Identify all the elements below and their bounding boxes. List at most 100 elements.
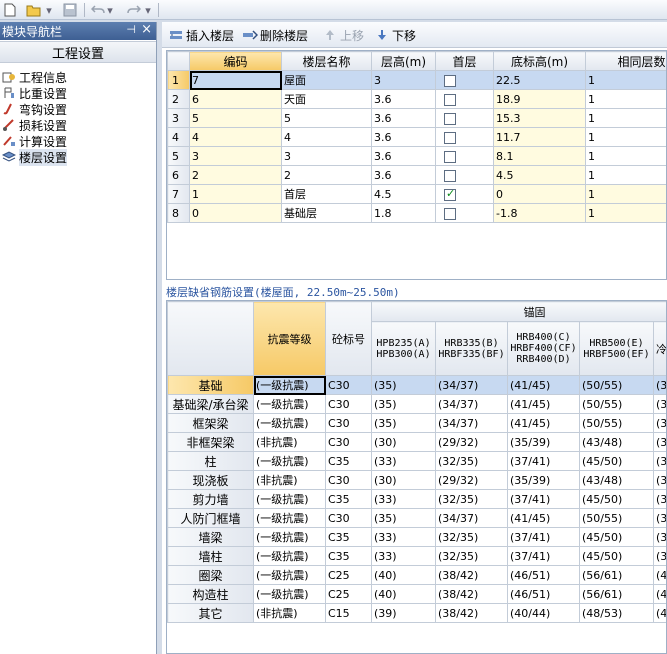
table-row[interactable]: 基础梁/承台梁 (一级抗震) C30 (35) (34/37) (41/45) (50/55… [167,394,666,414]
table-row[interactable]: 人防门框墙 (一级抗震) C30 (35) (34/37) (41/45) (50/55)(… [167,508,666,528]
first-floor-checkbox[interactable] [444,112,456,125]
cell-anchor-d[interactable]: (50/55) [579,375,654,395]
col-header-height[interactable]: 层高(m) [371,51,436,71]
cell-floor-name[interactable]: 4 [281,127,372,147]
redo-dropdown-icon[interactable]: ▾ [144,2,152,18]
cell-concrete[interactable]: C15 [325,603,372,623]
row-number[interactable]: 8 [167,203,190,223]
cell-anchor-a[interactable]: (35) [371,413,436,433]
cell-bottom-elevation[interactable]: 11.7 [493,127,586,147]
cell-seismic[interactable]: (一级抗震) [253,584,326,604]
row-header[interactable]: 框架梁 [167,413,254,433]
cell-bottom-elevation[interactable]: 18.9 [493,89,586,109]
cell-concrete[interactable]: C30 [325,470,372,490]
cell-anchor-b[interactable]: (32/35) [435,489,508,509]
cell-anchor-a[interactable]: (33) [371,546,436,566]
cell-seismic[interactable]: (一级抗震) [253,527,326,547]
row-header[interactable]: 人防门框墙 [167,508,254,528]
col-header-concrete-grade[interactable]: 砼标号 [325,301,372,376]
cell-anchor-a[interactable]: (40) [371,565,436,585]
row-number[interactable]: 5 [167,146,190,166]
cell-same-count[interactable]: 1 [585,89,666,109]
cell-seismic[interactable]: (非抗震) [253,432,326,452]
row-number[interactable]: 6 [167,165,190,185]
cell-anchor-e[interactable]: (3 [652,451,666,471]
col-header-cold[interactable]: 冷 [652,321,666,376]
first-floor-checkbox[interactable] [444,74,456,87]
cell-height[interactable]: 3 [371,70,436,90]
undo-dropdown-icon[interactable]: ▾ [106,2,114,18]
cell-first-floor[interactable] [435,89,494,109]
cell-code[interactable]: 1 [189,184,282,204]
row-number[interactable]: 3 [167,108,190,128]
cell-anchor-a[interactable]: (35) [371,508,436,528]
cell-bottom-elevation[interactable]: 15.3 [493,108,586,128]
cell-anchor-a[interactable]: (30) [371,470,436,490]
first-floor-checkbox[interactable] [444,93,456,106]
cell-seismic[interactable]: (一级抗震) [253,413,326,433]
table-row[interactable]: 8 0 基础层 1.8 -1.8 1 [167,203,666,223]
move-down-button[interactable]: 下移 [374,27,416,43]
cell-code[interactable]: 4 [189,127,282,147]
cell-height[interactable]: 1.8 [371,203,436,223]
save-icon[interactable] [62,2,78,18]
cell-anchor-e[interactable]: (3 [652,375,666,395]
cell-anchor-c[interactable]: (35/39) [507,432,580,452]
cell-anchor-c[interactable]: (41/45) [507,413,580,433]
cell-anchor-c[interactable]: (41/45) [507,375,580,395]
cell-first-floor[interactable] [435,146,494,166]
cell-anchor-b[interactable]: (32/35) [435,527,508,547]
col-header-code[interactable]: 编码 [189,51,282,71]
cell-concrete[interactable]: C25 [325,584,372,604]
row-header[interactable]: 墙梁 [167,527,254,547]
nav-item-loss-settings[interactable]: 损耗设置 [0,117,156,133]
first-floor-checkbox[interactable] [444,131,456,144]
cell-height[interactable]: 3.6 [371,108,436,128]
cell-seismic[interactable]: (非抗震) [253,603,326,623]
cell-floor-name[interactable]: 3 [281,146,372,166]
cell-floor-name[interactable]: 基础层 [281,203,372,223]
cell-first-floor[interactable] [435,70,494,90]
first-floor-checkbox-checked[interactable] [444,187,456,201]
cell-anchor-b[interactable]: (32/35) [435,546,508,566]
cell-code[interactable]: 7 [189,70,282,90]
cell-concrete[interactable]: C30 [325,413,372,433]
cell-code[interactable]: 0 [189,203,282,223]
cell-anchor-b[interactable]: (34/37) [435,413,508,433]
cell-anchor-e[interactable]: (3 [652,508,666,528]
cell-seismic[interactable]: (一级抗震) [253,394,326,414]
cell-anchor-e[interactable]: (3 [652,527,666,547]
col-header-hpb[interactable]: HPB235(A) HPB300(A) [371,321,436,376]
cell-height[interactable]: 4.5 [371,184,436,204]
cell-same-count[interactable]: 1 [585,127,666,147]
cell-anchor-c[interactable]: (37/41) [507,489,580,509]
undo-icon[interactable] [90,2,106,18]
nav-item-calc-settings[interactable]: 计算设置 [0,133,156,149]
cell-anchor-a[interactable]: (33) [371,489,436,509]
table-row[interactable]: 2 6 天面 3.6 18.9 1 [167,89,666,109]
cell-floor-name[interactable]: 屋面 [281,70,372,90]
cell-concrete[interactable]: C30 [325,508,372,528]
nav-section-project-settings[interactable]: 工程设置 [0,41,156,63]
cell-anchor-c[interactable]: (35/39) [507,470,580,490]
cell-anchor-b[interactable]: (29/32) [435,432,508,452]
cell-anchor-b[interactable]: (38/42) [435,584,508,604]
cell-bottom-elevation[interactable]: 22.5 [493,70,586,90]
cell-anchor-b[interactable]: (34/37) [435,394,508,414]
cell-concrete[interactable]: C30 [325,432,372,452]
table-row[interactable]: 框架梁 (一级抗震) C30 (35) (34/37) (41/45) (50/55) (3 [167,413,666,433]
col-header-hrb335[interactable]: HRB335(B) HRBF335(BF) [435,321,508,376]
pin-icon[interactable]: ⊣ [126,23,136,36]
cell-anchor-b[interactable]: (34/37) [435,508,508,528]
cell-anchor-e[interactable]: (3 [652,432,666,452]
delete-floor-button[interactable]: 删除楼层 [242,27,308,43]
cell-anchor-a[interactable]: (30) [371,432,436,452]
cell-anchor-e[interactable]: (4 [652,584,666,604]
cell-anchor-a[interactable]: (33) [371,451,436,471]
table-row[interactable]: 6 2 2 3.6 4.5 1 [167,165,666,185]
cell-concrete[interactable]: C35 [325,489,372,509]
cell-height[interactable]: 3.6 [371,165,436,185]
row-header[interactable]: 墙柱 [167,546,254,566]
cell-first-floor[interactable] [435,108,494,128]
cell-same-count[interactable]: 1 [585,146,666,166]
